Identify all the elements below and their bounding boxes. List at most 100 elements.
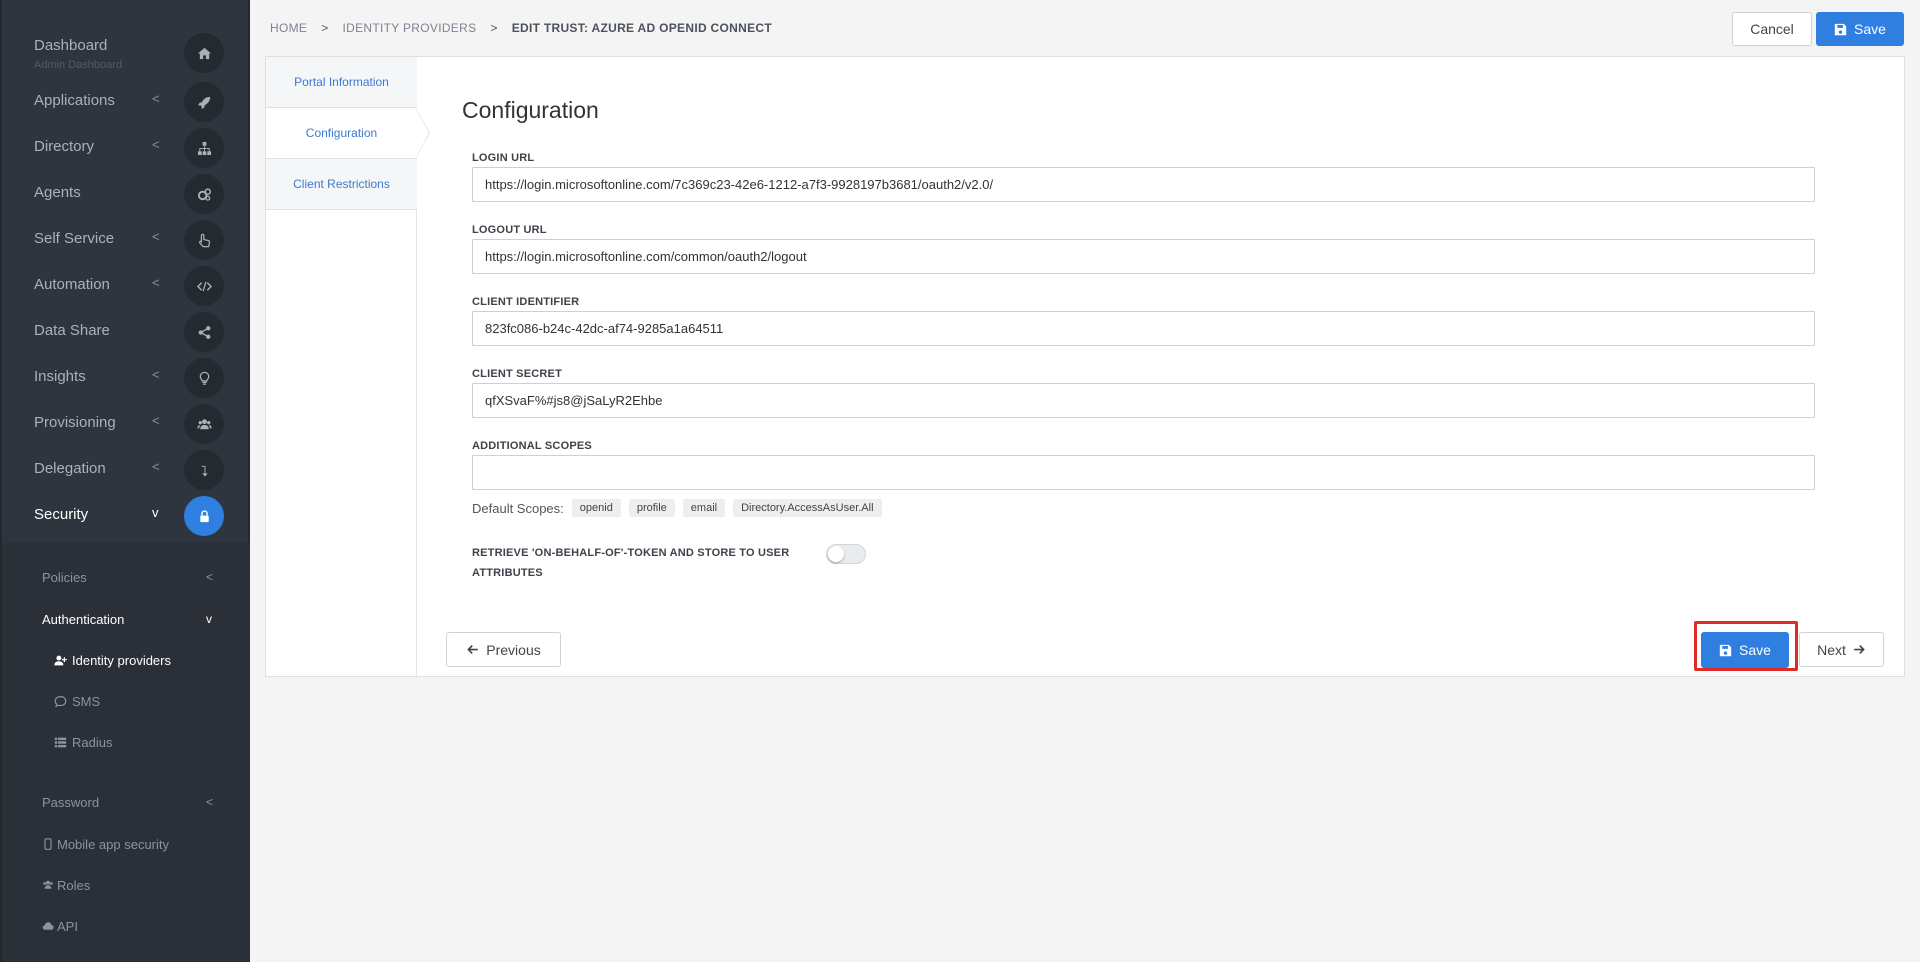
- chevron-left-icon: <: [152, 413, 160, 428]
- subnav-authentication[interactable]: Authentication: [42, 612, 124, 627]
- sidebar: Dashboard Admin Dashboard Applications <…: [0, 0, 250, 962]
- breadcrumb-home[interactable]: HOME: [270, 21, 307, 35]
- logout-url-input[interactable]: [472, 239, 1815, 274]
- client-secret-input[interactable]: [472, 383, 1815, 418]
- breadcrumb-identity-providers[interactable]: IDENTITY PROVIDERS: [343, 21, 477, 35]
- chevron-right-icon: >: [490, 21, 498, 35]
- sidebar-item-agents[interactable]: Agents: [2, 170, 250, 216]
- sidebar-item-insights[interactable]: Insights <: [2, 354, 250, 400]
- breadcrumb-current: EDIT TRUST: AZURE AD OPENID CONNECT: [511, 21, 772, 35]
- wizard-tabs: Portal Information Configuration Client …: [266, 57, 417, 678]
- breadcrumb: HOME > IDENTITY PROVIDERS > EDIT TRUST: …: [270, 21, 772, 35]
- users-icon: [184, 404, 224, 444]
- sitemap-icon: [184, 128, 224, 168]
- sidebar-item-automation[interactable]: Automation <: [2, 262, 250, 308]
- toggle-knob: [828, 546, 844, 562]
- chevron-left-icon: <: [152, 459, 160, 474]
- hand-pointer-icon: [184, 220, 224, 260]
- subnav-identity-providers[interactable]: Identity providers: [54, 653, 171, 668]
- sidebar-item-label: Agents: [34, 184, 81, 201]
- additional-scopes-input[interactable]: [472, 455, 1815, 490]
- previous-label: Previous: [486, 641, 541, 658]
- sidebar-item-provisioning[interactable]: Provisioning <: [2, 400, 250, 446]
- next-button[interactable]: Next: [1799, 632, 1884, 667]
- subnav-radius-label: Radius: [72, 735, 113, 750]
- lightbulb-icon: [184, 358, 224, 398]
- sidebar-item-label: Insights: [34, 368, 86, 385]
- edit-trust-card: Portal Information Configuration Client …: [265, 56, 1905, 678]
- code-icon: [184, 266, 224, 306]
- sidebar-item-security[interactable]: Security v: [2, 492, 250, 538]
- additional-scopes-label: ADDITIONAL SCOPES: [472, 440, 592, 452]
- list-icon: [54, 737, 67, 748]
- security-subnav: Policies < Authentication v Identity pro…: [2, 543, 250, 962]
- tab-label: Client Restrictions: [293, 177, 390, 191]
- sidebar-item-dashboard[interactable]: Dashboard Admin Dashboard: [2, 29, 250, 75]
- scope-chip: profile: [628, 499, 675, 517]
- obo-token-label: RETRIEVE 'ON-BEHALF-OF'-TOKEN AND STORE …: [472, 547, 790, 579]
- header-save-button[interactable]: Save: [1816, 12, 1904, 46]
- sidebar-item-label: Applications: [34, 92, 115, 109]
- sidebar-item-label: Directory: [34, 138, 95, 155]
- client-identifier-input[interactable]: [472, 311, 1815, 346]
- scope-chip: Directory.AccessAsUser.All: [733, 499, 882, 517]
- subnav-api-label: API: [57, 919, 78, 934]
- mobile-icon: [44, 838, 52, 850]
- chevron-left-icon: <: [152, 275, 160, 290]
- level-down-icon: [184, 450, 224, 490]
- sidebar-item-label: Provisioning: [34, 414, 116, 431]
- sidebar-item-applications[interactable]: Applications <: [2, 78, 250, 124]
- sidebar-item-directory[interactable]: Directory <: [2, 124, 250, 170]
- sidebar-item-label: Delegation: [34, 460, 106, 477]
- cogs-icon: [184, 174, 224, 214]
- cancel-button[interactable]: Cancel: [1732, 12, 1812, 46]
- subnav-sms[interactable]: SMS: [54, 694, 100, 709]
- header-save-label: Save: [1854, 21, 1886, 37]
- subnav-roles[interactable]: Roles: [42, 878, 90, 893]
- subnav-mobile-app-security[interactable]: Mobile app security: [42, 837, 169, 852]
- subnav-sms-label: SMS: [72, 694, 101, 709]
- obo-token-toggle[interactable]: [826, 544, 866, 564]
- chevron-right-icon: >: [321, 21, 329, 35]
- subnav-api[interactable]: API: [42, 919, 78, 934]
- tab-label: Configuration: [305, 126, 378, 140]
- active-tab-arrow-fill: [416, 109, 429, 157]
- login-url-input[interactable]: [472, 167, 1815, 202]
- logout-url-label: LOGOUT URL: [472, 224, 547, 236]
- client-secret-label: CLIENT SECRET: [472, 368, 562, 380]
- tab-client-restrictions[interactable]: Client Restrictions: [266, 159, 417, 210]
- cancel-button-label: Cancel: [1750, 21, 1794, 37]
- save-highlight-box: [1694, 621, 1798, 671]
- sidebar-item-sublabel: Admin Dashboard: [34, 59, 123, 71]
- sidebar-item-delegation[interactable]: Delegation <: [2, 446, 250, 492]
- tab-label: Portal Information: [294, 75, 389, 89]
- subnav-policies[interactable]: Policies: [42, 570, 87, 585]
- chevron-down-icon: v: [206, 612, 212, 626]
- users-icon: [43, 880, 53, 889]
- scope-chip: openid: [571, 499, 621, 517]
- subnav-radius[interactable]: Radius: [54, 735, 112, 750]
- subnav-roles-label: Roles: [57, 878, 91, 893]
- sidebar-item-label: Self Service: [34, 230, 115, 247]
- subnav-password[interactable]: Password: [42, 795, 99, 810]
- tab-configuration[interactable]: Configuration: [266, 108, 417, 159]
- tab-portal-information[interactable]: Portal Information: [266, 57, 417, 108]
- previous-button[interactable]: Previous: [446, 632, 561, 667]
- floppy-disk-icon: [1834, 23, 1847, 35]
- sidebar-item-data-share[interactable]: Data Share: [2, 308, 250, 354]
- client-identifier-label: CLIENT IDENTIFIER: [472, 296, 580, 308]
- chevron-down-icon: v: [152, 505, 159, 520]
- sidebar-item-label: Automation: [34, 276, 110, 293]
- user-plus-icon: [54, 655, 67, 666]
- chevron-left-icon: <: [152, 229, 160, 244]
- chevron-left-icon: <: [206, 795, 214, 809]
- home-icon: [184, 33, 224, 73]
- panel-title: Configuration: [462, 97, 599, 123]
- share-icon: [184, 312, 224, 352]
- sidebar-item-label: Dashboard: [34, 37, 108, 54]
- login-url-label: LOGIN URL: [472, 152, 535, 164]
- default-scopes-label: Default Scopes:: [472, 500, 564, 516]
- sidebar-item-self-service[interactable]: Self Service <: [2, 216, 250, 262]
- chevron-left-icon: <: [152, 367, 160, 382]
- scope-chip: email: [682, 499, 726, 517]
